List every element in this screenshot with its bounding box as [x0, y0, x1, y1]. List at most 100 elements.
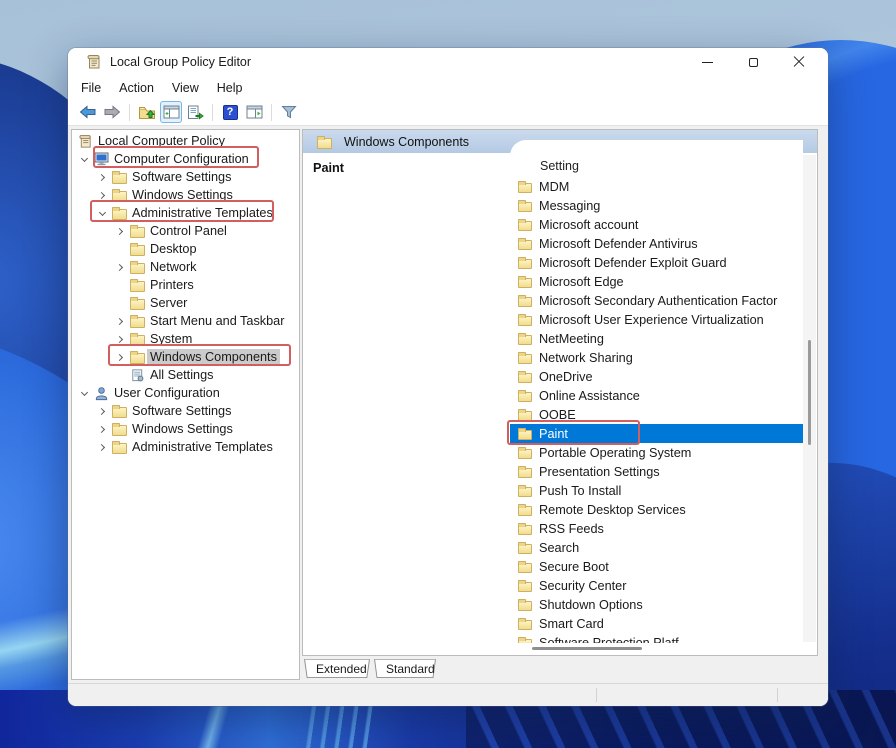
close-button[interactable] [776, 48, 822, 76]
tab-standard[interactable]: Standard [374, 659, 436, 680]
folder-icon [518, 316, 532, 326]
tab-extended[interactable]: Extended [304, 659, 370, 680]
tree-item-network[interactable]: Network [72, 258, 299, 276]
setting-item[interactable]: Microsoft Secondary Authentication Facto… [510, 291, 803, 310]
tree-item-local-computer-policy[interactable]: Local Computer Policy [72, 132, 299, 150]
maximize-button[interactable] [730, 48, 776, 76]
folder-icon [518, 392, 532, 402]
show-action-pane-button[interactable] [243, 101, 265, 123]
help-button[interactable]: ? [219, 101, 241, 123]
tree-item-windows-components[interactable]: Windows Components [72, 348, 299, 366]
setting-item[interactable]: Microsoft Defender Exploit Guard [510, 253, 803, 272]
setting-item[interactable]: Smart Card [510, 614, 803, 633]
chevron-down-icon[interactable] [76, 392, 92, 395]
chevron-right-icon[interactable] [94, 445, 110, 450]
folder-icon [130, 353, 145, 364]
chevron-down-icon[interactable] [76, 158, 92, 161]
setting-item[interactable]: Online Assistance [510, 386, 803, 405]
horizontal-scrollbar[interactable] [510, 644, 803, 653]
tree-item-printers[interactable]: Printers [72, 276, 299, 294]
console-tree-pane: Local Computer Policy Computer Configura… [71, 129, 300, 680]
menu-action[interactable]: Action [110, 79, 163, 97]
menu-view[interactable]: View [163, 79, 208, 97]
tree-item-software-settings[interactable]: Software Settings [72, 168, 299, 186]
setting-item[interactable]: Presentation Settings [510, 462, 803, 481]
tree-item-computer-configuration[interactable]: Computer Configuration [72, 150, 299, 168]
chevron-right-icon[interactable] [112, 229, 128, 234]
folder-icon [518, 620, 532, 630]
chevron-down-icon[interactable] [94, 212, 110, 215]
folder-icon [518, 582, 532, 592]
up-one-level-button[interactable] [136, 101, 158, 123]
chevron-right-icon[interactable] [94, 409, 110, 414]
back-button[interactable] [77, 101, 99, 123]
show-console-tree-button[interactable] [160, 101, 182, 123]
filter-icon [281, 105, 297, 119]
content-area: Local Computer Policy Computer Configura… [68, 126, 828, 683]
tree-item-user-administrative-templates[interactable]: Administrative Templates [72, 438, 299, 456]
chevron-right-icon[interactable] [94, 193, 110, 198]
forward-button[interactable] [101, 101, 123, 123]
setting-item[interactable]: MDM [510, 177, 803, 196]
setting-item[interactable]: Network Sharing [510, 348, 803, 367]
setting-item[interactable]: Remote Desktop Services [510, 500, 803, 519]
setting-item[interactable]: Portable Operating System [510, 443, 803, 462]
setting-item[interactable]: OOBE [510, 405, 803, 424]
setting-item[interactable]: Microsoft Edge [510, 272, 803, 291]
chevron-right-icon[interactable] [112, 337, 128, 342]
chevron-right-icon[interactable] [94, 427, 110, 432]
title-bar[interactable]: Local Group Policy Editor [68, 48, 828, 76]
folder-icon [518, 563, 532, 573]
setting-item[interactable]: RSS Feeds [510, 519, 803, 538]
minimize-button[interactable] [684, 48, 730, 76]
vertical-scrollbar[interactable] [803, 155, 816, 642]
setting-item-paint-selected[interactable]: Paint [510, 424, 803, 443]
status-bar [68, 683, 828, 706]
tree-item-server[interactable]: Server [72, 294, 299, 312]
setting-item[interactable]: Messaging [510, 196, 803, 215]
menu-file[interactable]: File [72, 79, 110, 97]
tree-item-control-panel[interactable]: Control Panel [72, 222, 299, 240]
chevron-right-icon[interactable] [112, 265, 128, 270]
back-icon [79, 105, 97, 119]
folder-icon [518, 202, 532, 212]
column-header-setting[interactable]: Setting [510, 140, 803, 177]
tree-item-desktop[interactable]: Desktop [72, 240, 299, 258]
setting-item[interactable]: Microsoft account [510, 215, 803, 234]
folder-icon [518, 240, 532, 250]
chevron-right-icon[interactable] [94, 175, 110, 180]
folder-icon [518, 411, 532, 421]
tree-item-windows-settings[interactable]: Windows Settings [72, 186, 299, 204]
gpedit-window: Local Group Policy Editor File Action Vi… [68, 48, 828, 706]
folder-icon [518, 297, 532, 307]
setting-item-truncated[interactable]: Software Protection Platf [510, 633, 803, 643]
horizontal-scrollbar-thumb[interactable] [532, 647, 642, 650]
setting-item[interactable]: Secure Boot [510, 557, 803, 576]
filter-button[interactable] [278, 101, 300, 123]
folder-icon [130, 317, 145, 328]
tree-item-all-settings[interactable]: All Settings [72, 366, 299, 384]
export-list-button[interactable] [184, 101, 206, 123]
setting-item[interactable]: OneDrive [510, 367, 803, 386]
toolbar-separator [271, 104, 272, 121]
tree-item-user-configuration[interactable]: User Configuration [72, 384, 299, 402]
menu-help[interactable]: Help [208, 79, 252, 97]
setting-item[interactable]: Microsoft Defender Antivirus [510, 234, 803, 253]
tree-item-administrative-templates[interactable]: Administrative Templates [72, 204, 299, 222]
setting-item[interactable]: Security Center [510, 576, 803, 595]
setting-item[interactable]: Microsoft User Experience Virtualization [510, 310, 803, 329]
chevron-right-icon[interactable] [112, 355, 128, 360]
computer-icon [92, 151, 111, 167]
tree-item-system[interactable]: System [72, 330, 299, 348]
show-action-pane-icon [246, 105, 263, 119]
setting-item[interactable]: NetMeeting [510, 329, 803, 348]
vertical-scrollbar-thumb[interactable] [808, 340, 811, 445]
setting-item[interactable]: Push To Install [510, 481, 803, 500]
setting-item[interactable]: Shutdown Options [510, 595, 803, 614]
tree-item-user-software-settings[interactable]: Software Settings [72, 402, 299, 420]
tree-item-start-menu-and-taskbar[interactable]: Start Menu and Taskbar [72, 312, 299, 330]
folder-icon [112, 407, 127, 418]
setting-item[interactable]: Search [510, 538, 803, 557]
tree-item-user-windows-settings[interactable]: Windows Settings [72, 420, 299, 438]
chevron-right-icon[interactable] [112, 319, 128, 324]
